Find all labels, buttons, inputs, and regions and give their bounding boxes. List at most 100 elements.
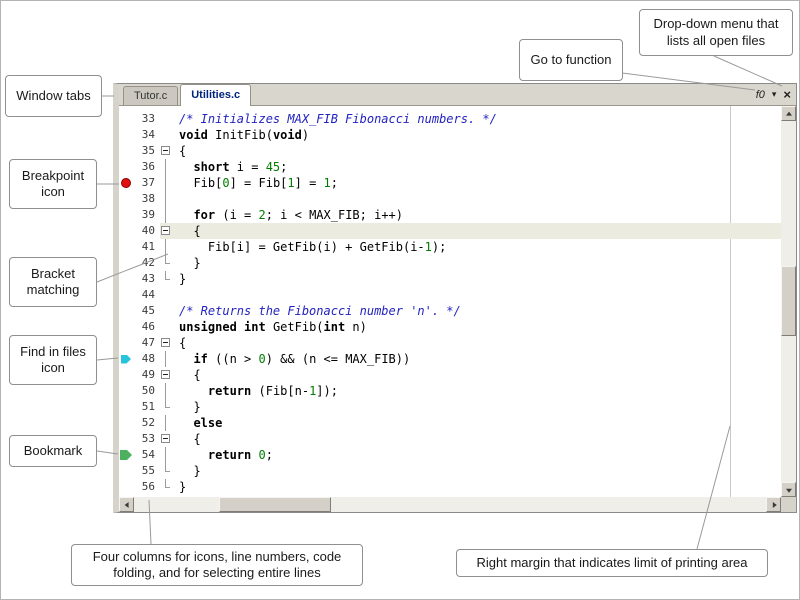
code-text[interactable]: void InitFib(void)	[179, 127, 781, 143]
line-select-cell[interactable]	[172, 367, 179, 383]
line-select-cell[interactable]	[172, 303, 179, 319]
fold-cell[interactable]	[160, 367, 172, 383]
code-line[interactable]: 46unsigned int GetFib(int n)	[119, 319, 781, 335]
code-line[interactable]: 49 {	[119, 367, 781, 383]
code-text[interactable]: Fib[i] = GetFib(i) + GetFib(i-1);	[179, 239, 781, 255]
code-line[interactable]: 33 /* Initializes MAX_FIB Fibonacci numbe…	[119, 111, 781, 127]
code-line[interactable]: 34 void InitFib(void)	[119, 127, 781, 143]
gutter-icon-cell[interactable]	[119, 431, 133, 447]
code-text[interactable]: {	[179, 431, 781, 447]
line-select-cell[interactable]	[172, 447, 179, 463]
code-line[interactable]: 35{	[119, 143, 781, 159]
code-text[interactable]: return (Fib[n-1]);	[179, 383, 781, 399]
line-number[interactable]: 54	[133, 447, 160, 463]
code-line[interactable]: 54 return 0;	[119, 447, 781, 463]
fold-collapse-icon[interactable]	[161, 146, 170, 155]
bookmark-icon[interactable]	[120, 450, 132, 460]
line-number[interactable]: 34	[133, 127, 160, 143]
code-text[interactable]: {	[179, 367, 781, 383]
line-select-cell[interactable]	[172, 207, 179, 223]
code-line[interactable]: 45 /* Returns the Fibonacci number 'n'. *…	[119, 303, 781, 319]
code-line[interactable]: 39 for (i = 2; i < MAX_FIB; i++)	[119, 207, 781, 223]
code-text[interactable]: for (i = 2; i < MAX_FIB; i++)	[179, 207, 781, 223]
code-line[interactable]: 51 }	[119, 399, 781, 415]
gutter-icon-cell[interactable]	[119, 239, 133, 255]
line-select-cell[interactable]	[172, 415, 179, 431]
gutter-icon-cell[interactable]	[119, 255, 133, 271]
horizontal-scrollbar[interactable]	[119, 497, 781, 512]
line-select-cell[interactable]	[172, 175, 179, 191]
code-viewport[interactable]: 33 /* Initializes MAX_FIB Fibonacci numbe…	[119, 106, 781, 497]
code-text[interactable]: /* Returns the Fibonacci number 'n'. */	[179, 303, 781, 319]
line-number[interactable]: 49	[133, 367, 160, 383]
code-text[interactable]: Fib[0] = Fib[1] = 1;	[179, 175, 781, 191]
gutter-icon-cell[interactable]	[119, 335, 133, 351]
code-line[interactable]: 38	[119, 191, 781, 207]
vertical-scroll-thumb[interactable]	[781, 266, 796, 336]
line-number[interactable]: 33	[133, 111, 160, 127]
breakpoint-icon[interactable]	[121, 178, 131, 188]
line-select-cell[interactable]	[172, 143, 179, 159]
line-select-cell[interactable]	[172, 271, 179, 287]
code-line[interactable]: 44	[119, 287, 781, 303]
code-line[interactable]: 36 short i = 45;	[119, 159, 781, 175]
line-select-cell[interactable]	[172, 159, 179, 175]
code-line[interactable]: 52 else	[119, 415, 781, 431]
fold-cell[interactable]	[160, 223, 172, 239]
line-select-cell[interactable]	[172, 111, 179, 127]
fold-collapse-icon[interactable]	[161, 338, 170, 347]
scroll-down-button[interactable]	[781, 482, 796, 497]
scroll-right-button[interactable]	[766, 497, 781, 512]
gutter-icon-cell[interactable]	[119, 415, 133, 431]
code-text[interactable]: }	[179, 399, 781, 415]
code-text[interactable]: {	[179, 143, 781, 159]
code-line[interactable]: 37 Fib[0] = Fib[1] = 1;	[119, 175, 781, 191]
line-number[interactable]: 39	[133, 207, 160, 223]
scroll-up-button[interactable]	[781, 106, 796, 121]
find-icon[interactable]	[121, 355, 131, 364]
line-select-cell[interactable]	[172, 463, 179, 479]
line-number[interactable]: 36	[133, 159, 160, 175]
line-select-cell[interactable]	[172, 399, 179, 415]
line-number[interactable]: 51	[133, 399, 160, 415]
line-select-cell[interactable]	[172, 191, 179, 207]
code-line[interactable]: 53 {	[119, 431, 781, 447]
line-select-cell[interactable]	[172, 431, 179, 447]
line-select-cell[interactable]	[172, 223, 179, 239]
line-select-cell[interactable]	[172, 319, 179, 335]
line-select-cell[interactable]	[172, 127, 179, 143]
gutter-icon-cell[interactable]	[119, 127, 133, 143]
code-line[interactable]: 50 return (Fib[n-1]);	[119, 383, 781, 399]
line-number[interactable]: 40	[133, 223, 160, 239]
line-number[interactable]: 48	[133, 351, 160, 367]
code-text[interactable]: {	[179, 223, 781, 239]
gutter-icon-cell[interactable]	[119, 319, 133, 335]
line-number[interactable]: 38	[133, 191, 160, 207]
tab-utilities-c[interactable]: Utilities.c	[180, 84, 251, 106]
line-select-cell[interactable]	[172, 239, 179, 255]
code-text[interactable]: }	[179, 255, 781, 271]
code-text[interactable]: unsigned int GetFib(int n)	[179, 319, 781, 335]
line-number[interactable]: 53	[133, 431, 160, 447]
code-line[interactable]: 55 }	[119, 463, 781, 479]
code-text[interactable]: /* Initializes MAX_FIB Fibonacci numbers…	[179, 111, 781, 127]
line-number[interactable]: 50	[133, 383, 160, 399]
fold-collapse-icon[interactable]	[161, 370, 170, 379]
gutter-icon-cell[interactable]	[119, 143, 133, 159]
code-text[interactable]: {	[179, 335, 781, 351]
code-text[interactable]	[179, 191, 781, 207]
gutter-icon-cell[interactable]	[119, 159, 133, 175]
gutter-icon-cell[interactable]	[119, 463, 133, 479]
gutter-icon-cell[interactable]	[119, 399, 133, 415]
gutter-icon-cell[interactable]	[119, 303, 133, 319]
line-number[interactable]: 43	[133, 271, 160, 287]
scroll-left-button[interactable]	[119, 497, 134, 512]
code-text[interactable]: }	[179, 463, 781, 479]
gutter-icon-cell[interactable]	[119, 175, 133, 191]
gutter-icon-cell[interactable]	[119, 383, 133, 399]
code-text[interactable]	[179, 287, 781, 303]
gutter-icon-cell[interactable]	[119, 287, 133, 303]
line-select-cell[interactable]	[172, 255, 179, 271]
line-number[interactable]: 45	[133, 303, 160, 319]
close-icon[interactable]: ×	[783, 87, 791, 102]
